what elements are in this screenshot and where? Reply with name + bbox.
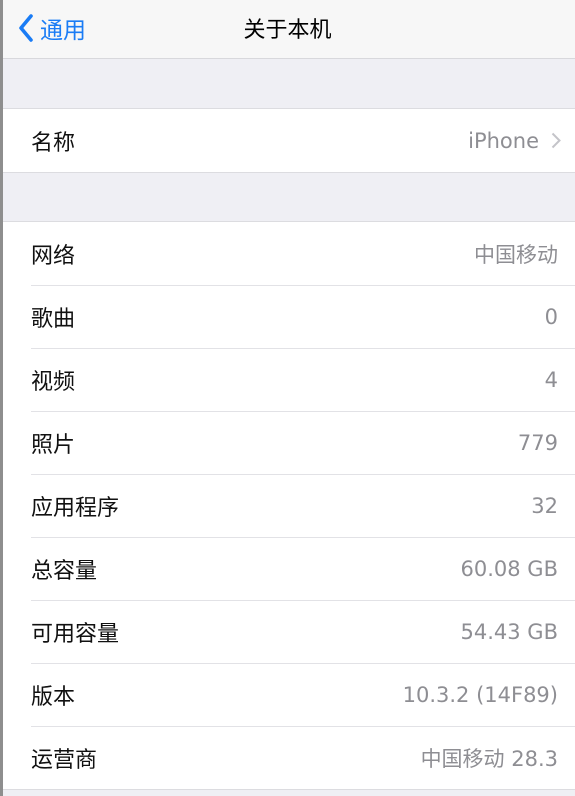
row-value: 60.08 GB xyxy=(460,556,558,581)
device-name-value: iPhone xyxy=(468,128,539,153)
row-label: 歌曲 xyxy=(31,306,76,332)
info-row-version: 版本 10.3.2 (14F89) xyxy=(0,663,575,726)
row-value: 中国移动 28.3 xyxy=(420,746,558,771)
name-group: 名称 iPhone xyxy=(0,108,575,173)
info-row-carrier[interactable]: 运营商 中国移动 28.3 xyxy=(0,726,575,789)
chevron-right-icon xyxy=(551,132,561,149)
row-label: 版本 xyxy=(31,684,76,710)
info-row-available: 可用容量 54.43 GB xyxy=(0,600,575,663)
row-label: 网络 xyxy=(31,243,76,269)
row-label: 应用程序 xyxy=(31,495,120,521)
row-value: 0 xyxy=(544,304,558,329)
row-label: 视频 xyxy=(31,369,76,395)
row-label: 名称 xyxy=(31,130,76,156)
page-title: 关于本机 xyxy=(243,18,332,43)
info-group: 网络 中国移动 歌曲 0 视频 4 照片 779 应用程序 32 总容量 60.08 GB … xyxy=(0,221,575,790)
window-edge xyxy=(0,0,3,796)
navigation-bar: 通用 关于本机 xyxy=(0,0,575,59)
row-label: 运营商 xyxy=(31,747,98,773)
row-value: iPhone xyxy=(468,129,561,153)
row-value: 4 xyxy=(544,367,558,392)
name-row[interactable]: 名称 iPhone xyxy=(0,109,575,172)
row-value: 32 xyxy=(531,493,558,518)
row-value: 779 xyxy=(517,430,558,455)
info-row-capacity: 总容量 60.08 GB xyxy=(0,537,575,600)
row-value: 54.43 GB xyxy=(460,619,558,644)
info-row-network: 网络 中国移动 xyxy=(0,222,575,285)
row-label: 总容量 xyxy=(31,558,98,584)
row-value: 10.3.2 (14F89) xyxy=(402,682,558,707)
row-label: 可用容量 xyxy=(31,621,120,647)
info-row-videos: 视频 4 xyxy=(0,348,575,411)
row-label: 照片 xyxy=(31,432,76,458)
row-value: 中国移动 xyxy=(474,242,558,267)
info-row-songs: 歌曲 0 xyxy=(0,285,575,348)
info-row-apps: 应用程序 32 xyxy=(0,474,575,537)
info-row-photos: 照片 779 xyxy=(0,411,575,474)
